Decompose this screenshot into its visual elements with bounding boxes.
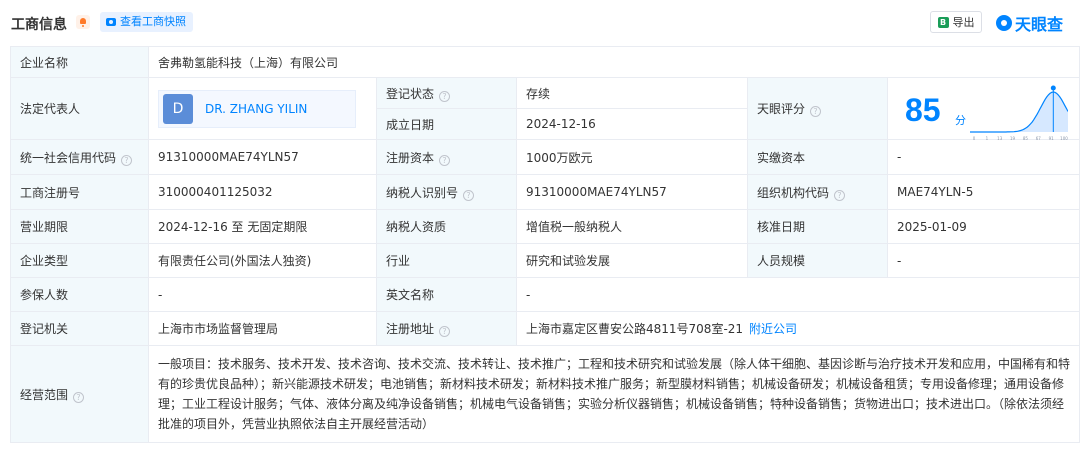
authority-value: 上海市市场监督管理局 <box>148 311 377 346</box>
paid-capital-value: - <box>886 139 1080 175</box>
score-tick-label: 1 <box>986 136 989 141</box>
company-type-label: 企业类型 <box>10 243 149 278</box>
help-icon[interactable]: ? <box>463 189 475 201</box>
taxpayer-qual-label: 纳税人资质 <box>376 209 517 244</box>
nearby-companies-link[interactable]: 附近公司 <box>749 322 797 336</box>
scope-value: 一般项目：技术服务、技术开发、技术咨询、技术交流、技术转让、技术推广；工程和技术… <box>147 345 1080 443</box>
score-label: 天眼评分 <box>757 102 806 116</box>
score-tick-label: 85 <box>1023 136 1029 141</box>
reg-capital-label-cell: 注册资本? <box>376 139 517 175</box>
insured-label: 参保人数 <box>10 277 149 312</box>
score-tick-label: 100 <box>1060 136 1068 141</box>
approval-date-label: 核准日期 <box>747 209 888 244</box>
approval-date-value: 2025-01-09 <box>886 209 1080 244</box>
help-icon[interactable]: ? <box>73 391 85 403</box>
legal-rep-label: 法定代表人 <box>10 77 149 140</box>
taxpayer-id-value: 91310000MAE74YLN57 <box>516 174 748 210</box>
staff-size-value: - <box>886 243 1080 278</box>
reg-number-label: 工商注册号 <box>10 174 149 210</box>
tianyancha-logo-icon <box>996 15 1012 31</box>
table-row: 企业名称 舍弗勒氢能科技（上海）有限公司 <box>10 46 1080 78</box>
table-row: 登记机关 上海市市场监督管理局 注册地址? 上海市嘉定区曹安公路4811号708… <box>10 311 1080 346</box>
excel-icon: B <box>937 16 949 28</box>
reg-status-label-cell: 登记状态? <box>376 77 517 109</box>
reg-status-value: 存续 <box>516 77 748 109</box>
founded-label: 成立日期 <box>376 108 517 140</box>
credit-code-label-cell: 统一社会信用代码? <box>10 139 149 175</box>
score-distribution-chart: 0 1 13 19 85 67 91 100 <box>970 85 1068 141</box>
section-header: 工商信息 查看工商快照 B 导出 天眼查 <box>0 0 1080 46</box>
help-icon[interactable]: ? <box>439 154 451 166</box>
authority-label: 登记机关 <box>10 311 149 346</box>
reg-status-label: 登记状态 <box>386 86 435 101</box>
legal-rep-cell: D DR. ZHANG YILIN <box>148 77 377 140</box>
help-icon[interactable]: ? <box>439 326 451 337</box>
score-value: 85 <box>905 92 941 128</box>
export-label: 导出 <box>952 16 975 29</box>
brand-logo[interactable]: 天眼查 <box>996 11 1063 35</box>
credit-code-label: 统一社会信用代码 <box>20 150 117 165</box>
score-marker-dot <box>1050 85 1056 91</box>
score-tick-label: 19 <box>1010 136 1016 141</box>
industry-label: 行业 <box>376 243 517 278</box>
score-tick-label: 91 <box>1049 136 1055 141</box>
address-label: 注册地址 <box>386 322 435 336</box>
brand-name: 天眼查 <box>1015 15 1064 34</box>
org-code-label-cell: 组织机构代码? <box>747 174 888 210</box>
view-snapshot-button[interactable]: 查看工商快照 <box>100 12 193 32</box>
help-icon[interactable]: ? <box>439 90 451 102</box>
score-label-cell: 天眼评分? <box>747 77 888 140</box>
score-tick-label: 13 <box>997 136 1003 141</box>
export-button[interactable]: B 导出 <box>930 11 982 33</box>
staff-size-label: 人员规模 <box>747 243 888 278</box>
taxpayer-qual-value: 增值税一般纳税人 <box>516 209 748 244</box>
industry-value: 研究和试验发展 <box>516 243 748 278</box>
english-name-value: - <box>515 277 1080 312</box>
avatar: D <box>163 93 193 124</box>
insured-value: - <box>148 277 377 312</box>
reg-capital-value: 1000万欧元 <box>516 139 748 175</box>
term-label: 营业期限 <box>10 209 149 244</box>
score-cell[interactable]: 85 分 0 1 13 19 85 67 91 100 <box>886 77 1080 141</box>
score-tick-label: 67 <box>1036 136 1042 141</box>
table-row: 统一社会信用代码? 91310000MAE74YLN57 注册资本? 1000万… <box>10 139 1080 175</box>
legal-rep-card[interactable]: D DR. ZHANG YILIN <box>158 89 356 128</box>
help-icon[interactable]: ? <box>810 106 822 117</box>
bell-icon[interactable] <box>76 15 90 29</box>
address-label-cell: 注册地址? <box>376 311 517 346</box>
address-value: 上海市嘉定区曹安公路4811号708室-21 <box>526 322 744 336</box>
table-row: 法定代表人 D DR. ZHANG YILIN 登记状态? 存续 天眼评分? 8… <box>10 77 1080 141</box>
section-title: 工商信息 <box>11 17 67 33</box>
address-cell: 上海市嘉定区曹安公路4811号708室-21 附近公司 <box>515 311 1080 346</box>
camera-icon <box>106 18 116 26</box>
scope-label-cell: 经营范围? <box>10 345 149 443</box>
table-row: 营业期限 2024-12-16 至 无固定期限 纳税人资质 增值税一般纳税人 核… <box>10 209 1080 244</box>
org-code-value: MAE74YLN-5 <box>886 174 1080 210</box>
legal-rep-name-link[interactable]: DR. ZHANG YILIN <box>205 102 307 116</box>
founded-value: 2024-12-16 <box>516 108 748 140</box>
business-info-table: 企业名称 舍弗勒氢能科技（上海）有限公司 法定代表人 D DR. ZHANG Y… <box>10 46 1080 443</box>
company-name-label: 企业名称 <box>10 46 149 78</box>
credit-code-value: 91310000MAE74YLN57 <box>148 139 377 175</box>
view-snapshot-label: 查看工商快照 <box>120 15 186 28</box>
score-unit: 分 <box>955 114 966 127</box>
company-type-value: 有限责任公司(外国法人独资) <box>148 243 377 278</box>
english-name-label: 英文名称 <box>376 277 517 312</box>
table-row: 参保人数 - 英文名称 - <box>10 277 1080 312</box>
reg-capital-label: 注册资本 <box>386 150 435 165</box>
help-icon[interactable]: ? <box>834 189 846 201</box>
paid-capital-label: 实缴资本 <box>747 139 888 175</box>
taxpayer-id-label-cell: 纳税人识别号? <box>376 174 517 210</box>
scope-label: 经营范围 <box>20 387 69 402</box>
help-icon[interactable]: ? <box>121 154 133 166</box>
taxpayer-id-label: 纳税人识别号 <box>386 185 459 200</box>
table-row: 企业类型 有限责任公司(外国法人独资) 行业 研究和试验发展 人员规模 - <box>10 243 1080 278</box>
table-row: 经营范围? 一般项目：技术服务、技术开发、技术咨询、技术交流、技术转让、技术推广… <box>10 345 1080 443</box>
table-row: 工商注册号 310000401125032 纳税人识别号? 91310000MA… <box>10 174 1080 210</box>
reg-number-value: 310000401125032 <box>148 174 377 210</box>
score-tick-label: 0 <box>973 136 976 141</box>
org-code-label: 组织机构代码 <box>757 185 830 200</box>
term-value: 2024-12-16 至 无固定期限 <box>148 209 377 244</box>
company-name-value: 舍弗勒氢能科技（上海）有限公司 <box>147 46 1080 78</box>
